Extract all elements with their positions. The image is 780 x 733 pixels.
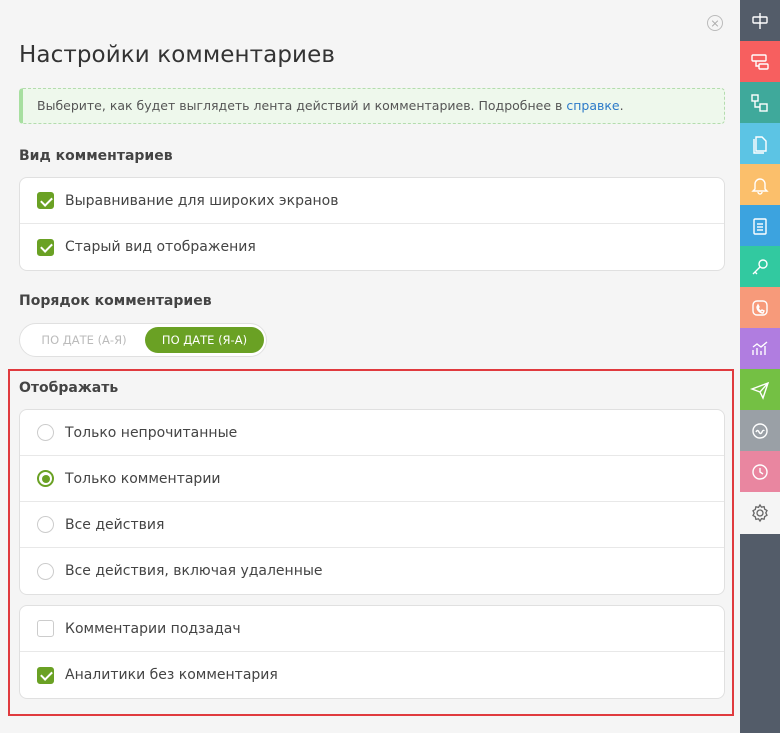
option-label: Комментарии подзадач <box>65 620 241 637</box>
display-check-card: Комментарии подзадач Аналитики без комме… <box>19 605 725 699</box>
option-wide-screen-align[interactable]: Выравнивание для широких экранов <box>20 178 724 224</box>
radio-all-actions[interactable] <box>37 516 54 533</box>
option-analytics-no-comment[interactable]: Аналитики без комментария <box>20 652 724 698</box>
page-title: Настройки комментариев <box>19 42 336 68</box>
gear-icon[interactable] <box>740 492 780 534</box>
radio-option-all-actions[interactable]: Все действия <box>20 502 724 548</box>
info-text: Выберите, как будет выглядеть лента дейс… <box>37 98 567 113</box>
comment-settings-panel: Настройки комментариев Выберите, как буд… <box>0 0 740 733</box>
display-section-title: Отображать <box>19 380 119 396</box>
radio-all-with-deleted[interactable] <box>37 562 54 580</box>
clipboard-icon[interactable] <box>740 205 780 246</box>
tree-icon[interactable] <box>740 0 780 41</box>
send-icon[interactable] <box>740 369 780 410</box>
order-desc-option[interactable]: ПО ДАТЕ (Я-А) <box>145 327 264 353</box>
option-subtask-comments[interactable]: Комментарии подзадач <box>20 606 724 652</box>
option-label: Только непрочитанные <box>65 424 238 441</box>
order-toggle: ПО ДАТЕ (А-Я) ПО ДАТЕ (Я-А) <box>19 323 267 357</box>
checkbox-subtask-comments[interactable] <box>37 620 54 637</box>
option-label: Все действия <box>65 516 165 533</box>
checkbox-old-view[interactable] <box>37 238 54 256</box>
radio-unread[interactable] <box>37 424 54 441</box>
right-sidebar <box>740 0 780 733</box>
radio-comments-only[interactable] <box>37 470 54 487</box>
option-label: Все действия, включая удаленные <box>65 563 323 579</box>
analytics-icon[interactable] <box>740 328 780 369</box>
checkbox-wide-screen[interactable] <box>37 192 54 209</box>
info-suffix: . <box>619 98 624 113</box>
phone-icon[interactable] <box>740 287 780 328</box>
task-flow-icon[interactable] <box>740 41 780 82</box>
clock-icon[interactable] <box>740 451 780 492</box>
option-label: Старый вид отображения <box>65 239 256 255</box>
radio-option-all-with-deleted[interactable]: Все действия, включая удаленные <box>20 548 724 594</box>
documents-icon[interactable] <box>740 123 780 164</box>
view-section-title: Вид комментариев <box>19 148 173 164</box>
option-old-view[interactable]: Старый вид отображения <box>20 224 724 270</box>
radio-option-unread[interactable]: Только непрочитанные <box>20 410 724 456</box>
order-section-title: Порядок комментариев <box>19 293 212 309</box>
checkbox-analytics-no-comment[interactable] <box>37 666 54 684</box>
option-label: Выравнивание для широких экранов <box>65 192 339 209</box>
order-asc-option[interactable]: ПО ДАТЕ (А-Я) <box>24 327 144 353</box>
key-icon[interactable] <box>740 246 780 287</box>
radio-option-comments-only[interactable]: Только комментарии <box>20 456 724 502</box>
display-radio-card: Только непрочитанные Только комментарии … <box>19 409 725 595</box>
info-banner: Выберите, как будет выглядеть лента дейс… <box>19 88 725 124</box>
structure-icon[interactable] <box>740 82 780 123</box>
help-link[interactable]: справке <box>566 98 619 113</box>
wave-icon[interactable] <box>740 410 780 451</box>
bell-icon[interactable] <box>740 164 780 205</box>
view-options-card: Выравнивание для широких экранов Старый … <box>19 177 725 271</box>
option-label: Только комментарии <box>65 470 221 487</box>
close-icon[interactable] <box>707 15 723 31</box>
option-label: Аналитики без комментария <box>65 667 278 683</box>
